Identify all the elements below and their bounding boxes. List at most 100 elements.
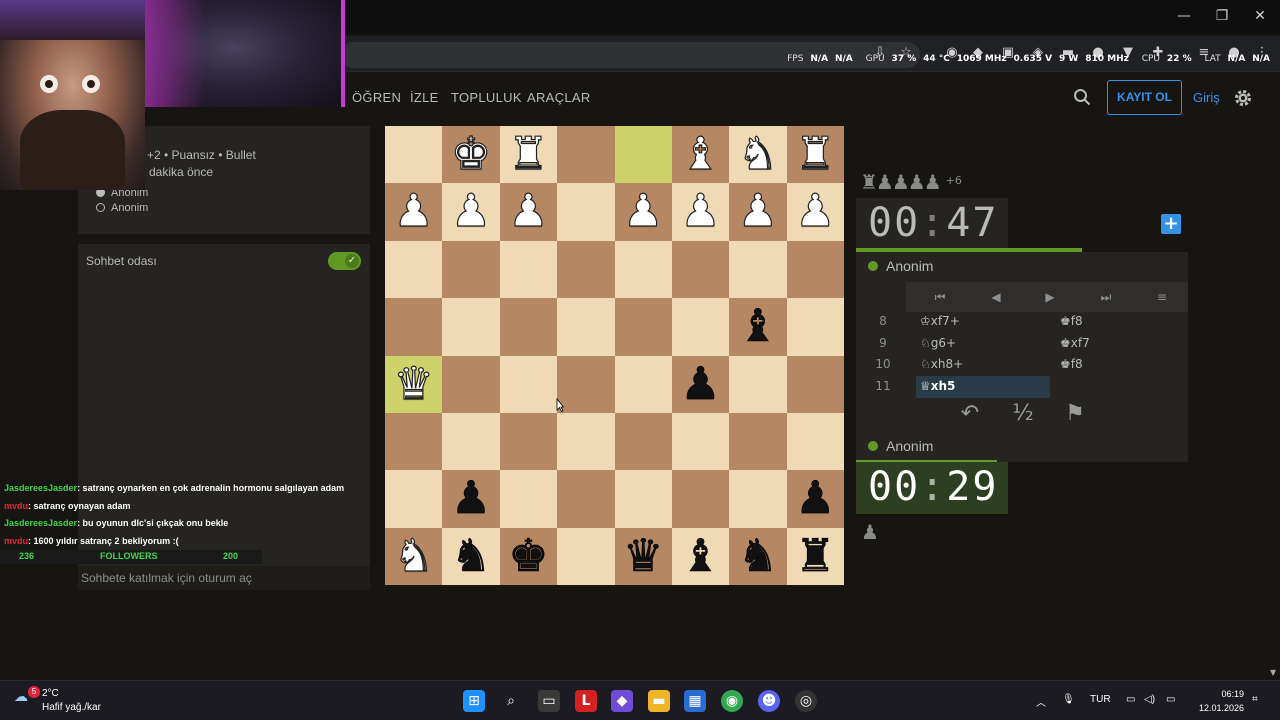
nav-tools[interactable]: ARAÇLAR — [527, 90, 591, 105]
board-square[interactable] — [557, 126, 615, 184]
move-black[interactable]: ♚f8 — [1060, 314, 1083, 328]
resign-flag-icon[interactable]: ⚑ — [1061, 400, 1089, 428]
white-pawn-icon[interactable]: ♟ — [385, 183, 442, 240]
nav-learn[interactable]: ÖĞREN — [352, 90, 401, 105]
white-pawn-icon[interactable]: ♟ — [442, 183, 499, 240]
move-white[interactable]: ♕xh5 — [920, 379, 955, 393]
player-row-black[interactable]: Anonim — [96, 202, 148, 214]
move-black[interactable]: ♚f8 — [1060, 357, 1083, 371]
scroll-down-icon[interactable]: ▼ — [1270, 668, 1278, 677]
black-bishop-icon[interactable]: ♝ — [729, 298, 786, 355]
signup-button[interactable]: KAYIT OL — [1107, 80, 1182, 115]
board-square[interactable] — [499, 470, 558, 528]
black-knight-icon[interactable]: ♞ — [442, 528, 499, 585]
board-square[interactable] — [499, 240, 558, 299]
board-square[interactable] — [614, 355, 672, 413]
task-view-icon[interactable]: ▭ — [538, 690, 560, 712]
search-icon[interactable]: ⌕ — [500, 690, 522, 712]
system-clock[interactable]: 06:19 12.01.2026 — [1196, 687, 1244, 715]
board-square[interactable] — [671, 412, 730, 471]
takeback-icon[interactable]: ↶ — [956, 400, 984, 428]
player-name-row[interactable]: Anonim — [868, 438, 933, 454]
minimize-icon[interactable]: — — [1174, 8, 1194, 24]
restore-icon[interactable]: ❐ — [1212, 8, 1232, 24]
white-king-icon[interactable]: ♚ — [442, 126, 499, 183]
gear-icon[interactable] — [1233, 88, 1253, 108]
move-white[interactable]: ♘xh8+ — [920, 357, 963, 371]
board-square[interactable] — [442, 298, 500, 356]
start-windows-icon[interactable]: ⊞ — [463, 690, 485, 712]
white-pawn-icon[interactable]: ♟ — [500, 183, 557, 240]
board-square[interactable] — [614, 412, 672, 471]
board-square[interactable] — [385, 126, 443, 184]
board-square[interactable] — [385, 298, 443, 356]
board-square[interactable] — [557, 240, 615, 299]
prev-move-icon[interactable]: ◀ — [988, 289, 1004, 305]
network-icon[interactable]: ▭ — [1126, 694, 1135, 705]
black-pawn-icon[interactable]: ♟ — [672, 356, 729, 413]
copilot-icon[interactable]: ◆ — [611, 690, 633, 712]
board-square[interactable] — [385, 412, 443, 471]
white-pawn-icon[interactable]: ♟ — [729, 183, 786, 240]
black-bishop-icon[interactable]: ♝ — [672, 528, 729, 585]
board-square[interactable] — [557, 183, 615, 241]
board-square[interactable] — [499, 355, 558, 413]
board-square[interactable] — [671, 298, 730, 356]
board-square[interactable] — [614, 240, 672, 299]
tray-expand-icon[interactable]: ︿ — [1036, 694, 1046, 709]
board-square[interactable] — [442, 240, 500, 299]
weather-widget[interactable]: ☁ 5 2°C Hafif yağ./kar — [14, 686, 101, 713]
board-square[interactable] — [729, 355, 787, 413]
black-queen-icon[interactable]: ♛ — [615, 528, 672, 585]
board-square[interactable] — [557, 527, 615, 585]
white-knight-icon[interactable]: ♞ — [729, 126, 786, 183]
board-square[interactable] — [385, 470, 443, 528]
language-indicator[interactable]: TUR — [1090, 694, 1111, 705]
white-pawn-icon[interactable]: ♟ — [672, 183, 729, 240]
nav-community[interactable]: TOPLULUK — [451, 90, 522, 105]
board-square[interactable] — [729, 412, 787, 471]
black-knight-icon[interactable]: ♞ — [729, 528, 786, 585]
chat-input[interactable]: Sohbete katılmak için oturum aç — [78, 566, 370, 590]
first-move-icon[interactable]: ⏮ — [932, 289, 948, 305]
move-black[interactable]: ♚xf7 — [1060, 336, 1090, 350]
battery-icon[interactable]: ▭ — [1166, 694, 1175, 705]
last-move-icon[interactable]: ⏭ — [1098, 289, 1114, 305]
volume-icon[interactable]: ◁) — [1144, 694, 1155, 705]
obs-icon[interactable]: ◎ — [795, 690, 817, 712]
board-square[interactable] — [729, 470, 787, 528]
add-time-button[interactable]: + — [1161, 214, 1181, 234]
white-queen-icon[interactable]: ♛ — [385, 356, 442, 413]
board-square[interactable] — [499, 298, 558, 356]
next-move-icon[interactable]: ▶ — [1042, 289, 1058, 305]
offer-draw-icon[interactable]: ½ — [1009, 400, 1037, 428]
board-square[interactable] — [557, 412, 615, 471]
move-white[interactable]: ♔xf7+ — [920, 314, 960, 328]
board-square[interactable] — [671, 240, 730, 299]
board-square[interactable] — [614, 126, 672, 184]
login-link[interactable]: Giriş — [1193, 90, 1220, 105]
opponent-name[interactable]: Anonim — [868, 258, 933, 274]
file-explorer-icon[interactable]: ▬ — [648, 690, 670, 712]
white-rook-icon[interactable]: ♜ — [500, 126, 557, 183]
board-square[interactable] — [729, 240, 787, 299]
chess-board[interactable]: ♚ ♜ ♝ ♞ ♜ ♟ ♟ ♟ ♟ ♟ ♟ ♟ ♝ ♛ ♟ ♟ ♟ ♞ ♞ ♚ ♛ ♝ ♞ ♜ 1 2 3 4 5 6 7 8 h g f e d c b a — [385, 126, 844, 585]
white-pawn-icon[interactable]: ♟ — [615, 183, 672, 240]
board-square[interactable] — [614, 298, 672, 356]
store-icon[interactable]: ▦ — [684, 690, 706, 712]
board-square[interactable] — [499, 412, 558, 471]
white-bishop-icon[interactable]: ♝ — [672, 126, 729, 183]
white-knight-icon[interactable]: ♞ — [385, 528, 442, 585]
black-pawn-icon[interactable]: ♟ — [442, 470, 499, 527]
nav-watch[interactable]: İZLE — [410, 90, 439, 105]
black-king-icon[interactable]: ♚ — [500, 528, 557, 585]
board-square[interactable] — [671, 470, 730, 528]
close-icon[interactable]: ✕ — [1250, 8, 1270, 24]
board-square[interactable] — [442, 412, 500, 471]
board-square[interactable] — [614, 470, 672, 528]
chat-toggle[interactable]: ✓ — [328, 252, 361, 270]
board-square[interactable] — [442, 355, 500, 413]
board-square[interactable] — [557, 355, 615, 413]
discord-icon[interactable]: ☻ — [758, 690, 780, 712]
menu-icon[interactable]: ≡ — [1154, 289, 1170, 305]
